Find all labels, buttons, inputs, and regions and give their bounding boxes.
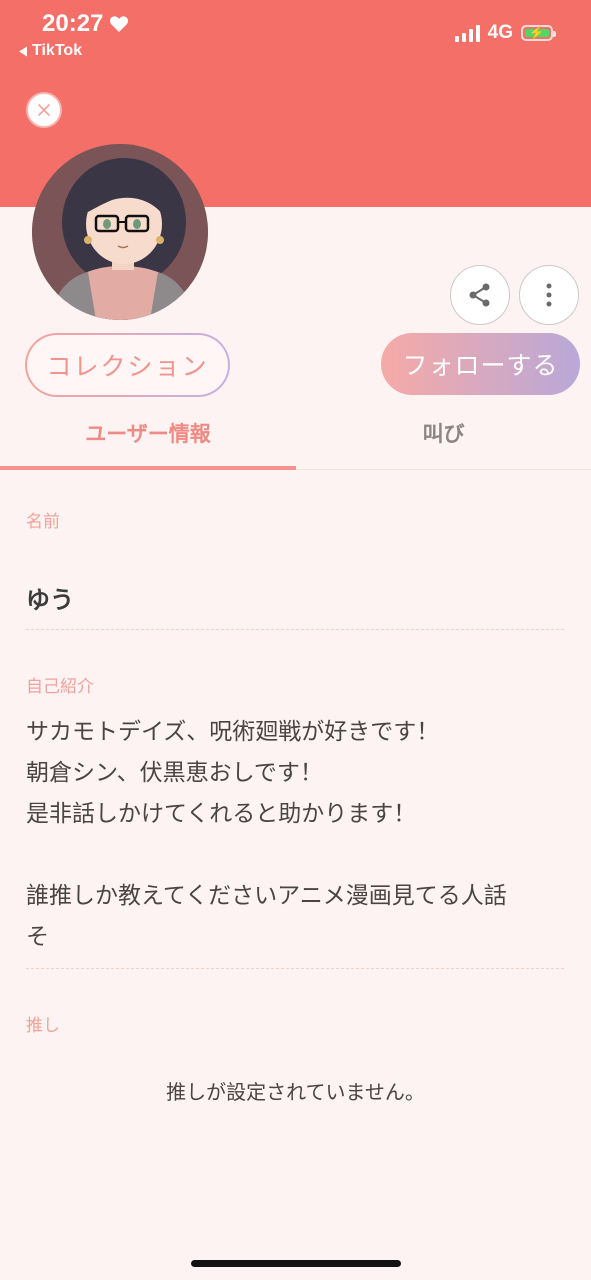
back-app-label: TikTok [32, 42, 83, 59]
name-divider [26, 629, 564, 630]
close-button[interactable] [26, 92, 62, 128]
oshi-empty-message: 推しが設定されていません。 [166, 1080, 425, 1104]
heart-icon [110, 16, 129, 32]
network-type: 4G [487, 22, 513, 43]
avatar-illustration [32, 144, 208, 320]
status-indicators: 4G ⚡ [454, 22, 556, 44]
bio-divider [26, 968, 564, 969]
more-vertical-icon [546, 283, 552, 307]
bio-label: 自己紹介 [26, 677, 94, 697]
close-icon [38, 104, 50, 116]
back-triangle-icon [19, 46, 27, 56]
signal-icon [454, 24, 480, 42]
status-time: 20:27 [42, 10, 129, 38]
tab-user-info[interactable]: ユーザー情報 [0, 418, 296, 448]
oshi-label: 推し [26, 1016, 60, 1036]
name-label: 名前 [26, 512, 60, 532]
status-time-text: 20:27 [42, 10, 104, 37]
active-tab-indicator [0, 466, 296, 470]
avatar[interactable] [32, 144, 208, 320]
tab-shout[interactable]: 叫び [296, 418, 591, 448]
follow-button-label: フォローする [402, 351, 559, 380]
home-indicator[interactable] [191, 1260, 401, 1267]
more-button[interactable] [519, 265, 579, 325]
collection-button[interactable]: コレクション [25, 333, 230, 397]
battery-icon: ⚡ [521, 25, 556, 41]
name-value: ゆう [26, 586, 74, 614]
bio-text: サカモトデイズ、呪術廻戦が好きです！ 朝倉シン、伏黒恵おしです！ 是非話しかけて… [26, 719, 507, 950]
share-icon [469, 283, 490, 307]
share-button[interactable] [450, 265, 510, 325]
follow-button[interactable]: フォローする [381, 333, 580, 395]
collection-button-label: コレクション [27, 335, 228, 395]
back-to-app-link[interactable]: TikTok [18, 42, 82, 60]
